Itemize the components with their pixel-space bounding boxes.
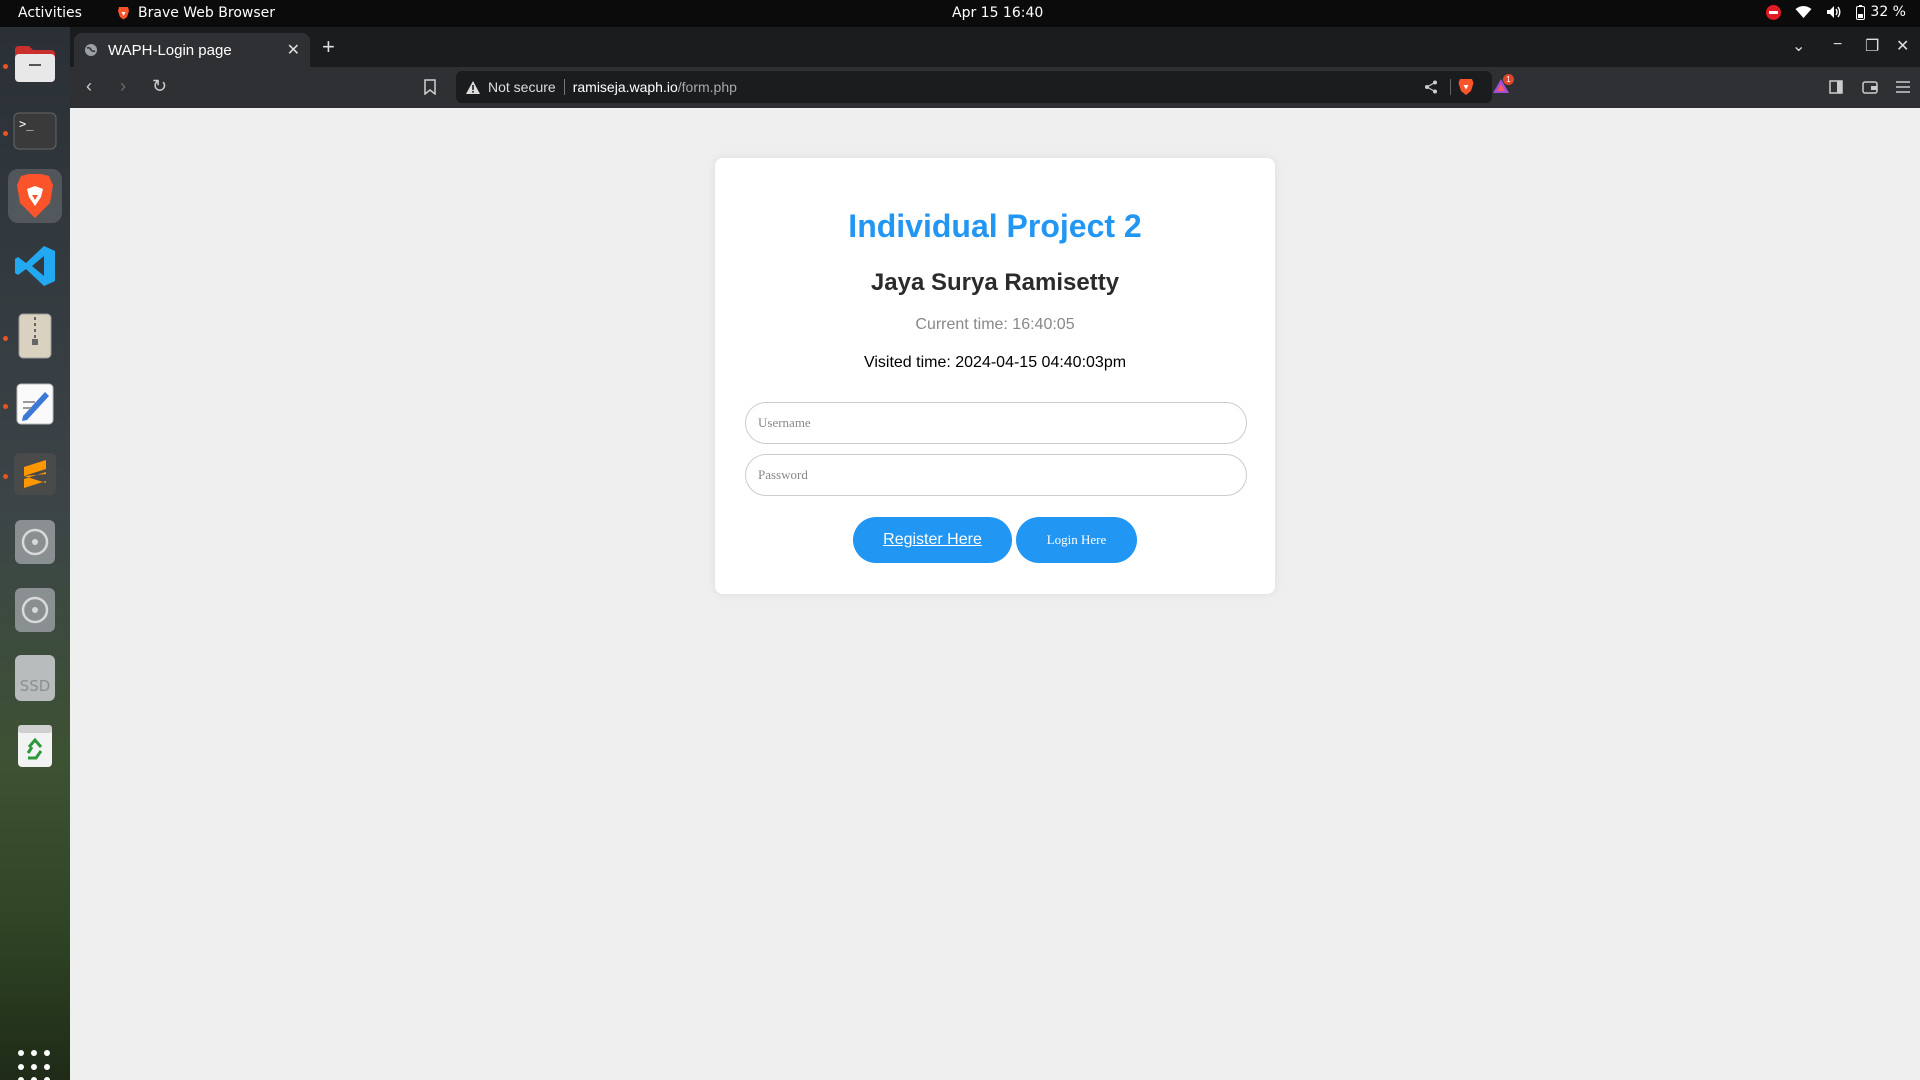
ssd-drive-icon: SSD: [15, 655, 55, 701]
address-bar[interactable]: Not secure ramiseja.waph.io/form.php 1: [456, 71, 1514, 103]
battery-icon: [1856, 4, 1866, 20]
wifi-icon: [1795, 6, 1812, 18]
brave-shields-icon[interactable]: [1458, 78, 1474, 96]
files-icon: [15, 46, 55, 82]
trash-icon: [18, 725, 52, 767]
dock-ssd-drive[interactable]: SSD: [8, 651, 62, 705]
current-time: Current time: 16:40:05: [915, 316, 1075, 333]
close-tab-icon[interactable]: ✕: [287, 40, 300, 60]
sidebar-toggle-icon[interactable]: [1829, 80, 1843, 94]
tab-waph-login[interactable]: WAPH-Login page ✕: [74, 33, 310, 67]
visited-time: Visited time: 2024-04-15 04:40:03pm: [863, 354, 1127, 371]
warning-icon: [466, 80, 480, 94]
author-name: Jaya Surya Ramisetty: [870, 269, 1120, 296]
dock-disc-1[interactable]: [8, 515, 62, 569]
bookmark-icon[interactable]: [424, 79, 436, 95]
url-host: ramiseja.waph.io: [572, 79, 678, 95]
dock-terminal[interactable]: >_: [8, 104, 62, 158]
tab-bar: WAPH-Login page ✕ + ⌄ − ❐ ✕: [70, 27, 1920, 67]
minimize-button[interactable]: −: [1833, 36, 1842, 54]
system-top-bar: Activities Brave Web Browser Apr 15 16:4…: [0, 0, 1920, 27]
clock[interactable]: Apr 15 16:40: [952, 5, 1043, 21]
vscode-icon: [15, 246, 55, 286]
dock-files[interactable]: [8, 37, 62, 91]
battery-percent: 32 %: [1870, 4, 1906, 20]
brave-small-icon: [118, 7, 129, 20]
ssd-label: SSD: [19, 677, 51, 695]
page-content: Individual Project 2 Jaya Surya Ramisett…: [70, 108, 1920, 1080]
menu-icon[interactable]: [1896, 81, 1910, 93]
rewards-badge: 1: [1503, 74, 1514, 85]
terminal-icon: >_: [13, 112, 57, 150]
show-applications-button[interactable]: [18, 1050, 52, 1080]
system-tray[interactable]: 32 %: [1766, 4, 1906, 20]
password-input[interactable]: [745, 454, 1247, 496]
login-button[interactable]: Login Here: [1016, 517, 1137, 563]
username-input[interactable]: [745, 402, 1247, 444]
reload-button[interactable]: ↻: [152, 76, 167, 97]
app-menu[interactable]: Brave Web Browser: [117, 5, 275, 21]
navigation-bar: ‹ › ↻ Not secure ramiseja.waph.io/form.p…: [70, 67, 1920, 108]
new-tab-button[interactable]: +: [322, 34, 335, 60]
disc-icon: [15, 520, 55, 564]
dock-brave[interactable]: [8, 169, 62, 223]
login-card: Individual Project 2 Jaya Surya Ramisett…: [715, 158, 1275, 594]
app-name-label: Brave Web Browser: [138, 5, 275, 21]
security-label[interactable]: Not secure: [488, 79, 556, 95]
dock-sublime[interactable]: [8, 447, 62, 501]
forward-button[interactable]: ›: [120, 76, 126, 97]
register-button[interactable]: Register Here: [853, 517, 1012, 563]
disc-icon: [15, 588, 55, 632]
dock-text-editor[interactable]: [8, 377, 62, 431]
volume-icon: [1827, 6, 1841, 18]
browser-window: WAPH-Login page ✕ + ⌄ − ❐ ✕ ‹ › ↻ Not se…: [70, 27, 1920, 1080]
tab-title: WAPH-Login page: [108, 41, 232, 59]
dock-trash[interactable]: [8, 719, 62, 773]
restore-button[interactable]: ❐: [1865, 36, 1879, 56]
sublime-icon: [14, 453, 56, 495]
page-title: Individual Project 2: [848, 208, 1142, 244]
share-icon[interactable]: [1424, 80, 1438, 94]
close-window-button[interactable]: ✕: [1896, 36, 1909, 56]
back-button[interactable]: ‹: [86, 76, 92, 97]
tab-search-chevron-icon[interactable]: ⌄: [1792, 36, 1805, 56]
wallet-icon[interactable]: [1862, 80, 1878, 94]
text-editor-icon: [16, 383, 54, 425]
do-not-disturb-icon[interactable]: [1766, 4, 1782, 20]
globe-icon: [85, 44, 97, 56]
url-separator: [563, 79, 565, 95]
archive-icon: [18, 313, 52, 359]
dock-archive[interactable]: [8, 309, 62, 363]
activities-button[interactable]: Activities: [18, 5, 82, 21]
svg-text:>_: >_: [19, 117, 34, 131]
dock-vscode[interactable]: [8, 239, 62, 293]
dock-disc-2[interactable]: [8, 583, 62, 637]
dock: >_ SSD: [0, 27, 70, 1080]
brave-icon: [17, 174, 53, 218]
url-path: /form.php: [677, 79, 737, 95]
brave-rewards-button[interactable]: 1: [1492, 74, 1514, 97]
